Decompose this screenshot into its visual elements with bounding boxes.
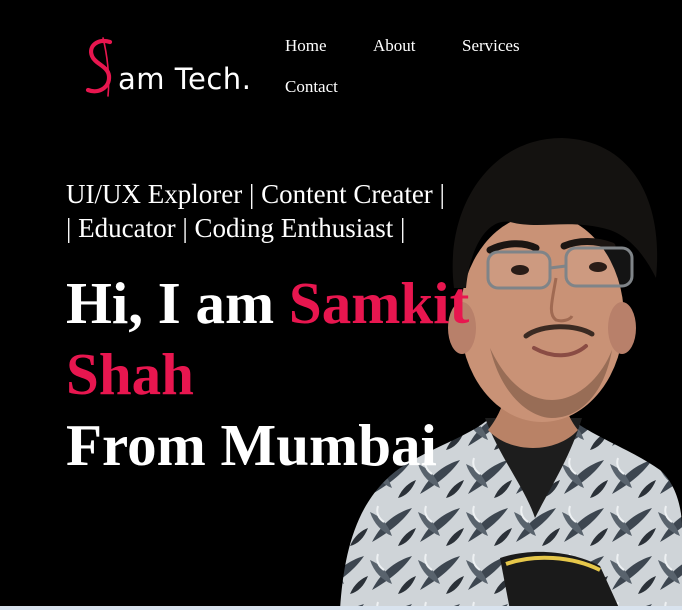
page: am Tech. Home About Services Contact UI/… xyxy=(0,0,682,610)
nav-link-home[interactable]: Home xyxy=(285,36,327,56)
nav-link-about[interactable]: About xyxy=(373,36,416,56)
nav-link-services[interactable]: Services xyxy=(462,36,520,56)
brand-name: am Tech. xyxy=(118,62,252,96)
brand-logo[interactable]: am Tech. xyxy=(82,36,252,100)
page-bottom-edge xyxy=(0,606,682,610)
headline-location: From Mumbai xyxy=(66,412,437,478)
nav-link-contact[interactable]: Contact xyxy=(285,77,338,97)
headline-last-name: Shah xyxy=(66,341,194,407)
headline-first-name: Samkit xyxy=(288,270,470,336)
hero-headline: Hi, I am Samkit Shah From Mumbai xyxy=(66,268,516,481)
tagline-line-1: UI/UX Explorer | Content Creater | xyxy=(66,179,445,209)
logo-s-mark-icon xyxy=(85,37,113,97)
hero-tagline: UI/UX Explorer | Content Creater | | Edu… xyxy=(66,177,506,245)
tagline-line-2: | Educator | Coding Enthusiast | xyxy=(66,213,406,243)
headline-greeting: Hi, I am xyxy=(66,270,289,336)
